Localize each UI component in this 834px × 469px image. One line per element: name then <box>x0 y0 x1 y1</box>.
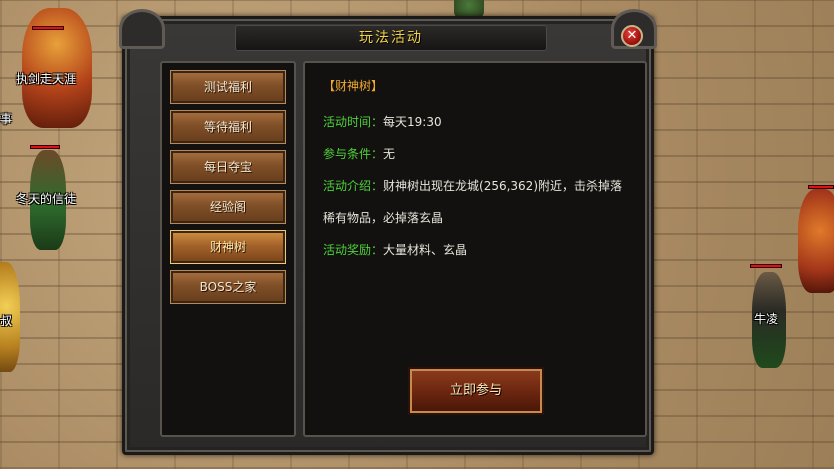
menu-item-exp-pavilion[interactable]: 经验阁 <box>170 190 286 224</box>
dragon-ornament-left <box>119 9 165 49</box>
npc-name: 牛凌 <box>754 312 779 326</box>
join-now-button[interactable]: 立即参与 <box>408 367 544 415</box>
menu-item-waiting-welfare[interactable]: 等待福利 <box>170 110 286 144</box>
event-intro-continued: 稀有物品，必掉落玄晶 <box>323 211 444 225</box>
npc-name: 叔 <box>0 314 13 328</box>
activity-dialog: 玩法活动 ✕ 测试福利 等待福利 每日夺宝 经验阁 财神树 BOSS之家 【财神… <box>119 9 657 455</box>
event-reward-row: 活动奖励：大量材料、玄晶 <box>323 241 467 258</box>
event-time-label: 活动时间： <box>323 115 384 129</box>
close-button[interactable]: ✕ <box>621 25 643 47</box>
npc-name: 执剑走天涯 <box>16 72 77 86</box>
menu-item-boss-home[interactable]: BOSS之家 <box>170 270 286 304</box>
menu-item-daily-treasure[interactable]: 每日夺宝 <box>170 150 286 184</box>
npc-golden-left[interactable]: 叔 <box>0 262 40 372</box>
event-intro-row: 活动介绍：财神树出现在龙城(256,362)附近，击杀掉落 <box>323 177 622 194</box>
activity-detail: 【财神树】 活动时间：每天19:30 参与条件：无 活动介绍：财神树出现在龙城(… <box>303 61 647 437</box>
npc-hp-bar <box>32 26 64 30</box>
npc-hp-bar <box>750 264 782 268</box>
event-time-row: 活动时间：每天19:30 <box>323 113 442 130</box>
event-title: 【财神树】 <box>323 79 384 93</box>
menu-item-fortune-tree[interactable]: 财神树 <box>170 230 286 264</box>
npc-name-partial: 事 <box>0 112 13 126</box>
npc-green-monk[interactable]: 冬天的信徒 <box>16 140 80 250</box>
event-reward-label: 活动奖励： <box>323 243 384 257</box>
close-icon: ✕ <box>626 28 638 43</box>
event-time-value: 每天19:30 <box>383 115 442 129</box>
event-intro-value: 财神树出现在龙城(256,362)附近，击杀掉落 <box>383 179 623 193</box>
event-condition-row: 参与条件：无 <box>323 145 395 162</box>
npc-name: 冬天的信徒 <box>16 192 77 206</box>
npc-fire-warrior[interactable]: 执剑走天涯 <box>10 8 100 128</box>
dialog-title: 玩法活动 <box>235 25 547 51</box>
menu-item-test-welfare[interactable]: 测试福利 <box>170 70 286 104</box>
event-condition-label: 参与条件： <box>323 147 384 161</box>
npc-figure <box>798 189 834 293</box>
event-intro-label: 活动介绍： <box>323 179 384 193</box>
npc-red-beast-right[interactable] <box>790 175 834 295</box>
event-condition-value: 无 <box>383 147 396 161</box>
activity-menu: 测试福利 等待福利 每日夺宝 经验阁 财神树 BOSS之家 <box>160 61 296 437</box>
npc-hp-bar <box>30 145 60 149</box>
event-reward-value: 大量材料、玄晶 <box>383 243 468 257</box>
